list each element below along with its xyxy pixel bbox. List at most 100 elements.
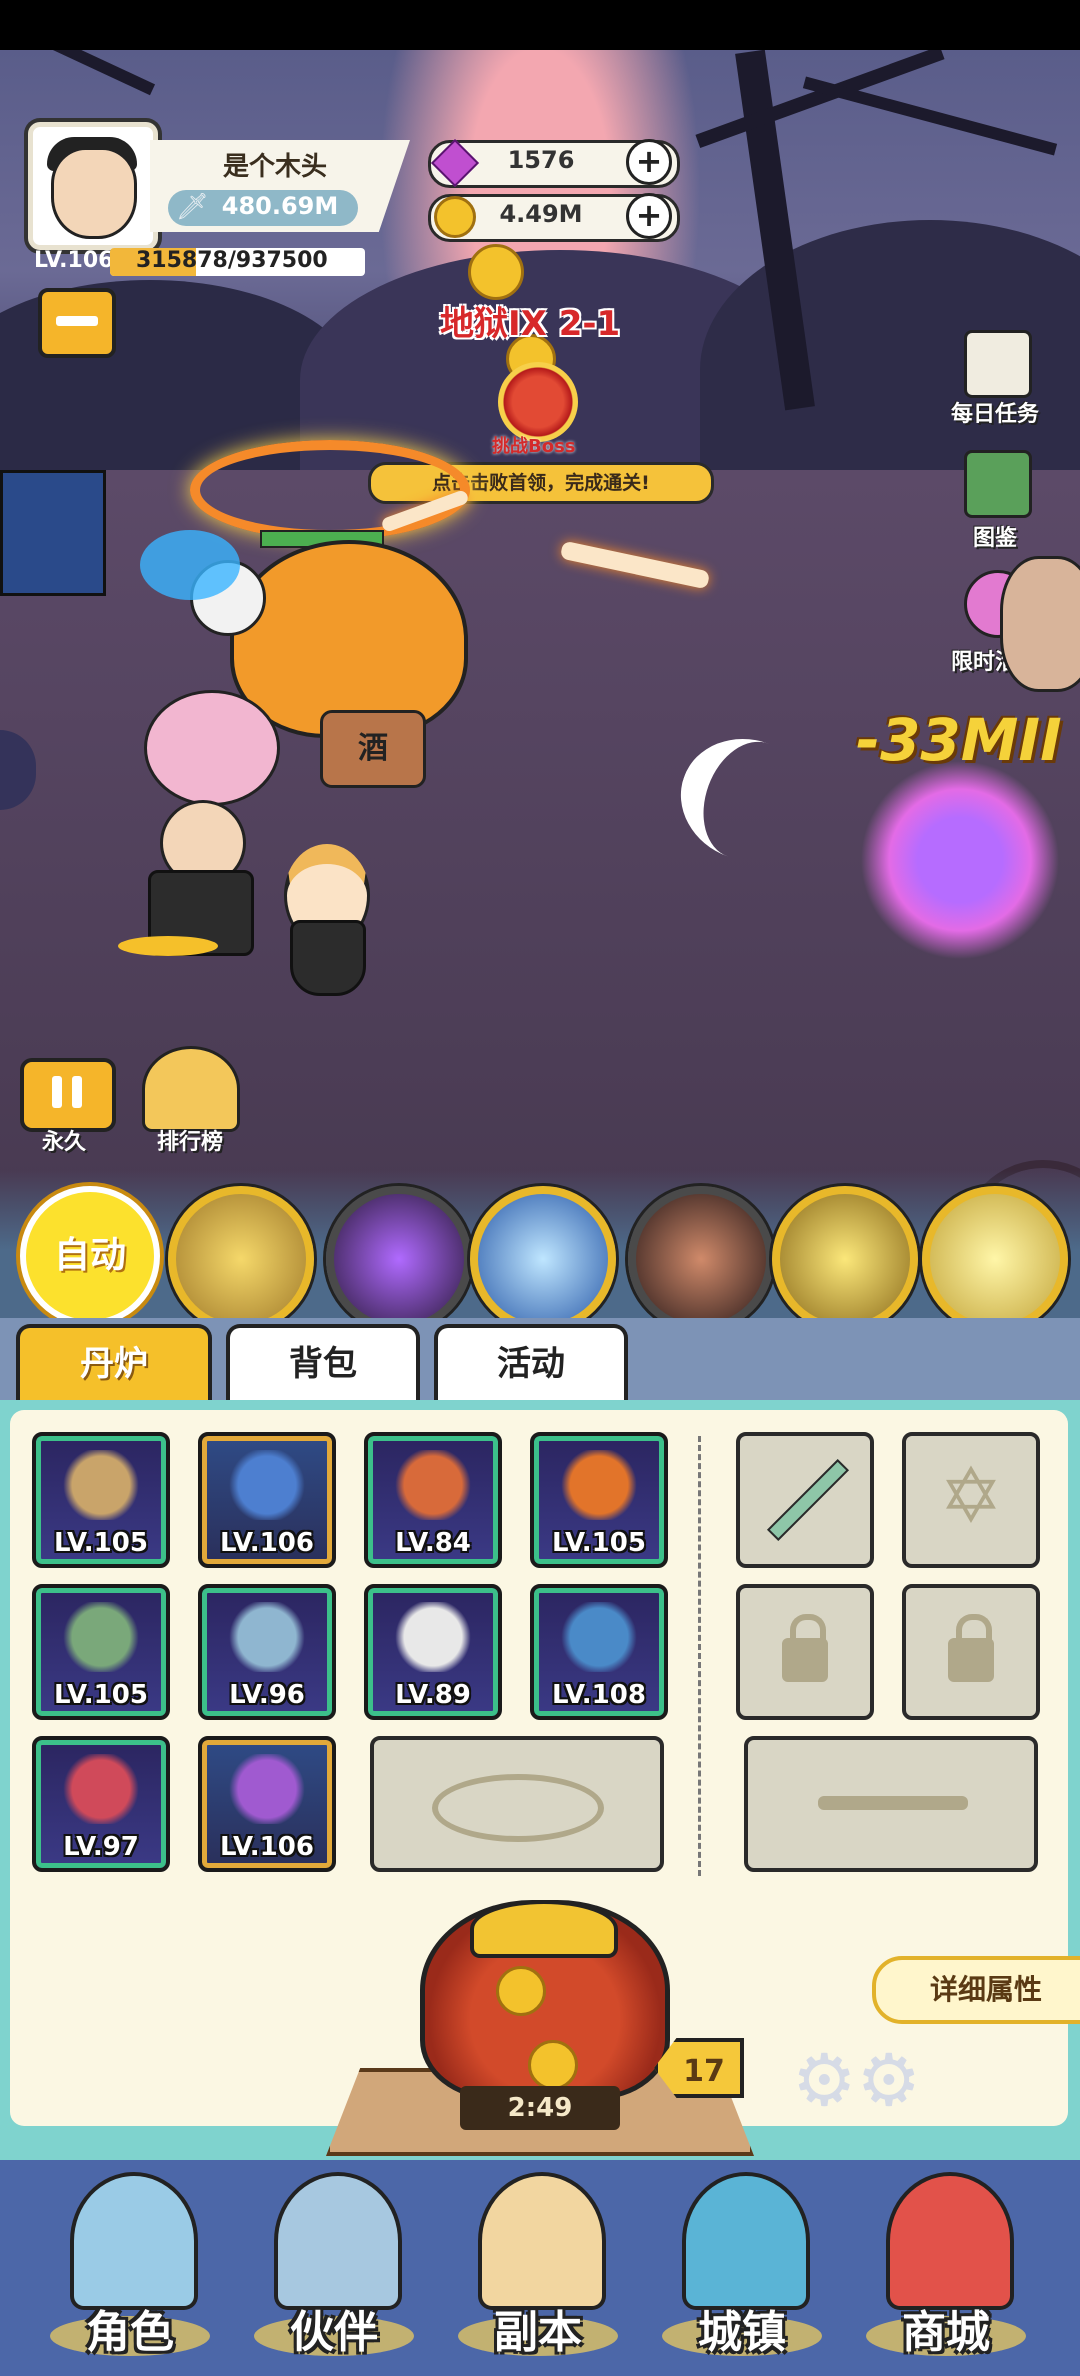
equipment-slot[interactable]: LV.97 xyxy=(32,1736,170,1872)
formation-slot[interactable] xyxy=(370,1736,664,1872)
equipment-slot[interactable]: LV.108 xyxy=(530,1584,668,1720)
equipment-item-icon xyxy=(62,1754,140,1824)
enemy-monk[interactable] xyxy=(1000,556,1080,692)
skill-purple-vortex[interactable] xyxy=(326,1186,472,1332)
shop-icon xyxy=(886,2172,1014,2310)
locked-slot[interactable] xyxy=(902,1584,1040,1720)
challenge-boss-button[interactable] xyxy=(498,362,578,442)
tab-events[interactable]: 活动 xyxy=(434,1324,628,1400)
equipment-level: LV.108 xyxy=(552,1680,646,1710)
sword-icon xyxy=(766,1458,850,1542)
dagger-icon xyxy=(818,1796,968,1810)
skill-golden-thunder[interactable] xyxy=(922,1186,1068,1332)
locked-slot[interactable] xyxy=(736,1584,874,1720)
equipment-item-icon xyxy=(62,1602,140,1672)
lock-shackle xyxy=(790,1614,826,1648)
coin-drop-icon xyxy=(468,244,524,300)
tab-backpack[interactable]: 背包 xyxy=(226,1324,420,1400)
equipment-slot[interactable]: LV.105 xyxy=(32,1584,170,1720)
weapon-slot-sword[interactable] xyxy=(736,1432,874,1568)
equipment-item-icon xyxy=(560,1602,638,1672)
equipment-item-icon xyxy=(394,1602,472,1672)
fire-ring-effect xyxy=(190,440,470,540)
nav-character[interactable]: 角色 xyxy=(40,2166,220,2358)
player-level: LV.106 xyxy=(34,248,114,273)
blonde-girl-hero-body xyxy=(290,920,366,996)
gold-coin-icon xyxy=(434,196,476,238)
nav-town[interactable]: 城镇 xyxy=(652,2166,832,2358)
equipment-level: LV.105 xyxy=(552,1528,646,1558)
ranking-podium-icon[interactable] xyxy=(142,1046,240,1132)
skill-lightning-strike[interactable] xyxy=(470,1186,616,1332)
gear-icon[interactable]: ⚙⚙ xyxy=(792,2040,921,2120)
equipment-level: LV.105 xyxy=(54,1528,148,1558)
sword-icon: 🗡 xyxy=(176,192,210,222)
panel-divider xyxy=(698,1436,701,1876)
damage-number: -33MII xyxy=(856,706,1062,774)
partner-icon xyxy=(274,2172,402,2310)
nav-shop[interactable]: 商城 xyxy=(856,2166,1036,2358)
nav-dungeon-label: 副本 xyxy=(494,2307,582,2358)
blue-hair-flame xyxy=(140,530,240,600)
equipment-item-icon xyxy=(228,1450,306,1520)
stage-title: 地狱IX 2-1 xyxy=(440,304,621,344)
equipment-level: LV.97 xyxy=(63,1832,139,1862)
pink-alpaca-pet[interactable] xyxy=(144,690,280,806)
equipment-level: LV.89 xyxy=(395,1680,471,1710)
equipment-slot[interactable]: LV.96 xyxy=(198,1584,336,1720)
dungeon-scroll-icon xyxy=(478,2172,606,2310)
character-icon xyxy=(70,2172,198,2310)
hexagram-icon: ✡ xyxy=(939,1451,1003,1540)
equipment-slot[interactable]: LV.105 xyxy=(530,1432,668,1568)
player-name: 是个木头 xyxy=(222,152,327,182)
nav-partner[interactable]: 伙伴 xyxy=(244,2166,424,2358)
dead-tree-branch xyxy=(802,76,1058,156)
equipment-level: LV.105 xyxy=(54,1680,148,1710)
furnace-timer: 2:49 xyxy=(460,2086,620,2130)
equipment-item-icon xyxy=(560,1450,638,1520)
add-gems-button[interactable]: + xyxy=(626,139,672,185)
ranking-label[interactable]: 排行榜 xyxy=(130,1124,250,1156)
nav-shop-label: 商城 xyxy=(902,2307,990,2358)
lock-shackle xyxy=(956,1614,992,1648)
daily-tasks-icon[interactable] xyxy=(964,330,1032,398)
equipment-level: LV.106 xyxy=(220,1832,314,1862)
magic-blast-effect xyxy=(860,760,1060,960)
skill-golden-guardian[interactable] xyxy=(168,1186,314,1332)
skill-tornado[interactable] xyxy=(628,1186,774,1332)
codex-label[interactable]: 图鉴 xyxy=(940,520,1050,552)
detailed-attributes-button[interactable]: 详细属性 xyxy=(872,1956,1080,2024)
equipment-level: LV.96 xyxy=(229,1680,305,1710)
tiger-enemy[interactable] xyxy=(230,540,468,738)
skill-sword-rain[interactable] xyxy=(772,1186,918,1332)
equipment-slot[interactable]: LV.106 xyxy=(198,1432,336,1568)
gold-amount: 4.49M xyxy=(499,200,583,228)
coin-icon xyxy=(496,1966,546,2016)
daily-tasks-label[interactable]: 每日任务 xyxy=(940,396,1050,428)
nav-dungeon[interactable]: 副本 xyxy=(448,2166,628,2358)
golden-cloud xyxy=(118,936,218,956)
tab-alchemy-furnace[interactable]: 丹炉 xyxy=(16,1324,212,1400)
equipment-item-icon xyxy=(228,1602,306,1672)
player-avatar[interactable] xyxy=(28,122,158,250)
pause-label[interactable]: 永久 xyxy=(20,1124,108,1156)
equipment-slot[interactable]: LV.89 xyxy=(364,1584,502,1720)
talisman-slot-star[interactable]: ✡ xyxy=(902,1432,1040,1568)
pause-icon-bar xyxy=(72,1076,82,1108)
auto-battle-button[interactable]: 自动 xyxy=(20,1186,160,1326)
wine-barrel: 酒 xyxy=(320,710,426,788)
nav-character-label: 角色 xyxy=(86,2307,174,2358)
artifact-slot[interactable] xyxy=(744,1736,1038,1872)
equipment-slot[interactable]: LV.84 xyxy=(364,1432,502,1568)
collapse-menu-button[interactable] xyxy=(38,288,116,358)
combat-power-value: 480.69M xyxy=(221,192,339,220)
add-gold-button[interactable]: + xyxy=(626,193,672,239)
ruin-structure xyxy=(0,470,106,596)
pause-icon-bar xyxy=(52,1076,62,1108)
town-pagoda-icon xyxy=(682,2172,810,2310)
challenge-boss-label: 挑战Boss xyxy=(492,436,576,457)
equipment-slot[interactable]: LV.105 xyxy=(32,1432,170,1568)
pause-button[interactable] xyxy=(20,1058,116,1132)
equipment-slot[interactable]: LV.106 xyxy=(198,1736,336,1872)
codex-book-icon[interactable] xyxy=(964,450,1032,518)
